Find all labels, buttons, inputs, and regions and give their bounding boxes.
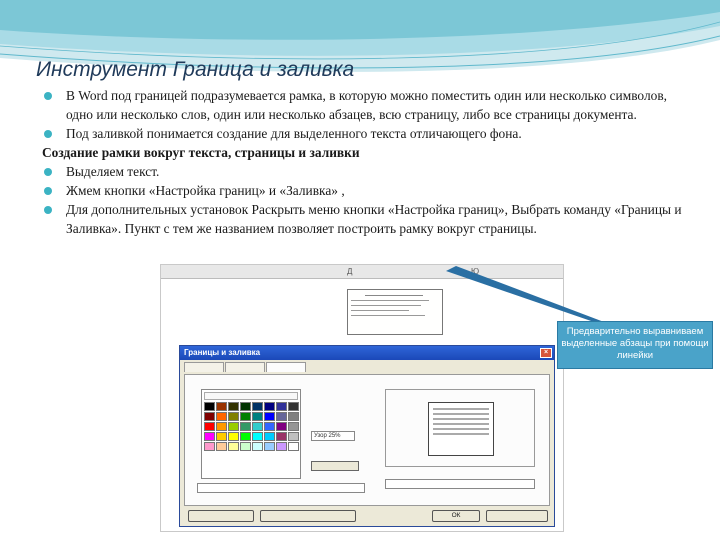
- bullet-text: Под заливкой понимается создание для выд…: [66, 126, 522, 141]
- color-swatch[interactable]: [204, 442, 215, 451]
- bullet-text: Выделяем текст.: [66, 164, 160, 179]
- color-swatch[interactable]: [252, 412, 263, 421]
- color-swatch[interactable]: [288, 442, 299, 451]
- pattern-percent: Узор 25%: [311, 431, 355, 441]
- color-swatch[interactable]: [228, 442, 239, 451]
- word-screenshot: Д Ю Границы и заливка × Узор 25% ОК: [160, 264, 564, 532]
- color-swatch[interactable]: [276, 422, 287, 431]
- color-swatch[interactable]: [288, 422, 299, 431]
- bullet-list: В Word под границей подразумевается рамк…: [42, 86, 684, 238]
- ruler-mark: Д: [347, 267, 353, 276]
- slide-title: Инструмент Граница и заливка: [36, 58, 355, 81]
- color-swatch[interactable]: [276, 412, 287, 421]
- bullet-item: В Word под границей подразумевается рамк…: [44, 86, 684, 124]
- color-swatch[interactable]: [216, 402, 227, 411]
- color-swatch[interactable]: [264, 422, 275, 431]
- bullet-icon: [44, 206, 52, 214]
- bullet-item: Выделяем текст.: [44, 162, 684, 181]
- tab-shading[interactable]: [266, 362, 306, 372]
- color-swatch[interactable]: [288, 402, 299, 411]
- bullet-text: Для дополнительных установок Раскрыть ме…: [66, 202, 682, 236]
- color-swatch[interactable]: [216, 442, 227, 451]
- close-icon[interactable]: ×: [540, 348, 552, 358]
- tooltip-text-block: [347, 289, 443, 335]
- color-swatch[interactable]: [276, 442, 287, 451]
- bullet-icon: [44, 92, 52, 100]
- bullet-icon: [44, 168, 52, 176]
- color-swatch[interactable]: [216, 432, 227, 441]
- color-swatch[interactable]: [228, 402, 239, 411]
- bullet-item: Для дополнительных установок Раскрыть ме…: [44, 200, 684, 238]
- other-colors-button[interactable]: [311, 461, 359, 471]
- color-swatch[interactable]: [288, 412, 299, 421]
- color-swatches: [204, 402, 299, 451]
- panel-button[interactable]: [260, 510, 356, 522]
- color-swatch[interactable]: [276, 402, 287, 411]
- fill-color-palette: [201, 389, 301, 479]
- cancel-button[interactable]: [486, 510, 548, 522]
- bullet-icon: [44, 130, 52, 138]
- ruler-mark: Ю: [471, 267, 480, 276]
- tab-page[interactable]: [225, 362, 265, 372]
- color-swatch[interactable]: [276, 432, 287, 441]
- color-swatch[interactable]: [264, 442, 275, 451]
- bullet-icon: [44, 187, 52, 195]
- dialog-body: Узор 25%: [184, 374, 550, 506]
- color-swatch[interactable]: [204, 422, 215, 431]
- color-swatch[interactable]: [240, 422, 251, 431]
- color-swatch[interactable]: [240, 442, 251, 451]
- color-swatch[interactable]: [252, 422, 263, 431]
- color-swatch[interactable]: [228, 422, 239, 431]
- color-swatch[interactable]: [228, 432, 239, 441]
- color-swatch[interactable]: [204, 412, 215, 421]
- color-swatch[interactable]: [204, 402, 215, 411]
- color-swatch[interactable]: [252, 432, 263, 441]
- ruler[interactable]: Д Ю: [161, 265, 563, 279]
- bullet-item: Жмем кнопки «Настройка границ» и «Заливк…: [44, 181, 684, 200]
- preview-document: [428, 402, 494, 456]
- color-swatch[interactable]: [252, 402, 263, 411]
- pattern-type-dropdown[interactable]: [197, 483, 365, 493]
- no-fill-option[interactable]: [204, 392, 298, 400]
- color-swatch[interactable]: [264, 412, 275, 421]
- dialog-tabs: [180, 360, 554, 372]
- color-swatch[interactable]: [216, 422, 227, 431]
- horizontal-line-button[interactable]: [188, 510, 254, 522]
- ok-button[interactable]: ОК: [432, 510, 480, 522]
- color-swatch[interactable]: [204, 432, 215, 441]
- preview-panel: [385, 389, 535, 467]
- dialog-title: Границы и заливка: [184, 348, 261, 357]
- section-heading: Создание рамки вокруг текста, страницы и…: [42, 145, 360, 160]
- color-swatch[interactable]: [252, 442, 263, 451]
- borders-shading-dialog: Границы и заливка × Узор 25% ОК: [179, 345, 555, 527]
- color-swatch[interactable]: [240, 402, 251, 411]
- callout-box: Предварительно выравниваем выделенные аб…: [557, 321, 713, 369]
- color-swatch[interactable]: [264, 402, 275, 411]
- color-swatch[interactable]: [240, 412, 251, 421]
- color-swatch[interactable]: [288, 432, 299, 441]
- color-swatch[interactable]: [264, 432, 275, 441]
- apply-to-dropdown[interactable]: [385, 479, 535, 489]
- bullet-text: Жмем кнопки «Настройка границ» и «Заливк…: [66, 183, 345, 198]
- color-swatch[interactable]: [228, 412, 239, 421]
- bullet-item: Под заливкой понимается создание для выд…: [44, 124, 684, 143]
- bullet-text: В Word под границей подразумевается рамк…: [66, 88, 667, 122]
- color-swatch[interactable]: [216, 412, 227, 421]
- color-swatch[interactable]: [240, 432, 251, 441]
- dialog-titlebar[interactable]: Границы и заливка ×: [180, 346, 554, 360]
- tab-borders[interactable]: [184, 362, 224, 372]
